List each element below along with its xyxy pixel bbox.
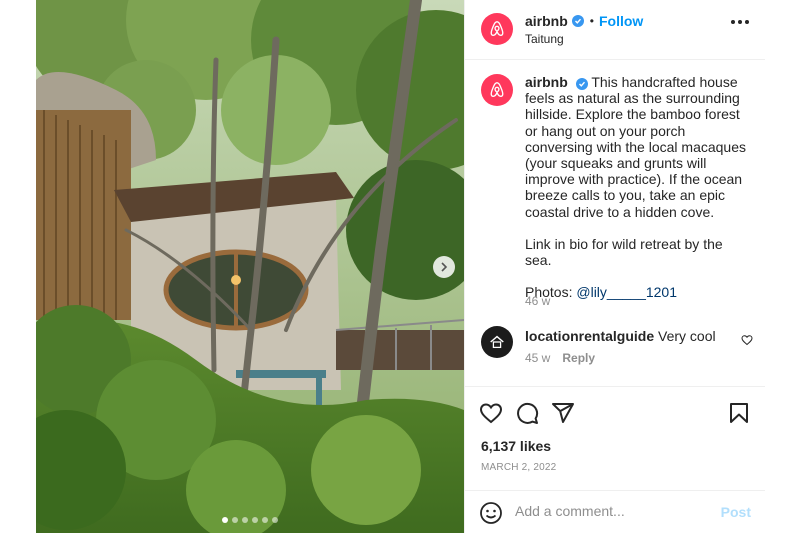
avatar[interactable] (481, 74, 513, 106)
heart-icon[interactable] (479, 401, 503, 425)
chevron-right-icon (441, 262, 448, 272)
caption-body: This handcrafted house feels as natural … (525, 74, 747, 220)
avatar[interactable] (481, 13, 513, 45)
action-bar (465, 386, 765, 436)
next-photo-button[interactable] (433, 256, 455, 278)
caption-timestamp[interactable]: 46 w (525, 294, 550, 308)
separator-dot: • (589, 14, 594, 28)
more-options-icon[interactable] (731, 20, 749, 24)
heart-outline-icon[interactable] (741, 334, 753, 346)
verified-badge-icon (571, 15, 584, 27)
bookmark-icon[interactable] (727, 401, 751, 425)
caption-link-note: Link in bio for wild retreat by the sea. (525, 235, 723, 269)
username-link[interactable]: locationrentalguide (525, 328, 654, 344)
comment-text: locationrentalguide Very cool (525, 328, 716, 344)
mention-link[interactable]: @lily_____1201 (576, 284, 677, 300)
instagram-post: airbnb • Follow Taitung airbnb This hand… (36, 0, 765, 533)
carousel-dot (272, 517, 278, 523)
house-in-forest-image (36, 0, 464, 533)
comment-body: Very cool (658, 328, 716, 344)
caption-text: airbnb This handcrafted house feels as n… (525, 74, 749, 300)
post-date: MARCH 2, 2022 (481, 462, 557, 473)
send-icon[interactable] (551, 401, 575, 425)
carousel-dot (222, 517, 228, 523)
username-link[interactable]: airbnb (525, 74, 568, 90)
avatar[interactable] (481, 326, 513, 358)
comment-timestamp[interactable]: 45 w (525, 351, 550, 365)
post-comment-button[interactable]: Post (721, 504, 751, 520)
comment-meta: 45 w Reply (525, 351, 595, 365)
carousel-dot (252, 517, 258, 523)
post-side-panel: airbnb • Follow Taitung airbnb This hand… (464, 0, 765, 533)
carousel-dot (242, 517, 248, 523)
post-header: airbnb • Follow Taitung (465, 0, 765, 60)
emoji-icon[interactable] (479, 501, 503, 525)
carousel-dots (36, 517, 464, 523)
house-logo-icon (490, 335, 504, 349)
airbnb-logo-icon (490, 21, 504, 36)
photo-credit: Photos: @lily_____1201 (525, 284, 749, 300)
carousel-dot (262, 517, 268, 523)
follow-button[interactable]: Follow (599, 13, 643, 29)
comment-icon[interactable] (515, 401, 539, 425)
carousel-dot (232, 517, 238, 523)
add-comment-bar: Post (465, 490, 765, 533)
comment-input[interactable] (515, 503, 705, 519)
likes-count[interactable]: 6,137 likes (481, 438, 551, 454)
post-photo[interactable] (36, 0, 464, 533)
airbnb-logo-icon (490, 82, 504, 97)
reply-button[interactable]: Reply (562, 351, 595, 365)
username-link[interactable]: airbnb (525, 13, 568, 29)
location-link[interactable]: Taitung (525, 32, 564, 46)
verified-badge-icon (575, 78, 588, 90)
